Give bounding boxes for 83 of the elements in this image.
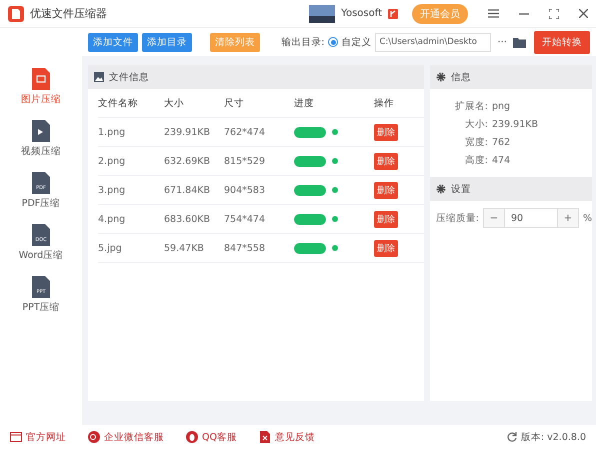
progress-bar <box>294 126 326 138</box>
settings-icon <box>436 184 446 194</box>
done-icon <box>332 158 338 164</box>
field-value: 762 <box>492 136 510 148</box>
column-header: 大小 <box>164 89 224 118</box>
table-cell: 847*558 <box>224 234 294 263</box>
panel-title: 设置 <box>451 182 471 196</box>
user-name: Yososoft <box>341 8 382 19</box>
done-icon <box>332 245 338 251</box>
decrease-button[interactable]: − <box>484 209 504 227</box>
panel-title: 文件信息 <box>109 70 149 84</box>
menu-icon[interactable] <box>488 9 499 18</box>
version-text: 版本: v2.0.8.0 <box>520 430 586 444</box>
done-icon <box>332 216 338 222</box>
sidebar-item[interactable]: 图片压缩 <box>21 68 61 106</box>
quality-stepper[interactable]: − 90 + <box>482 208 579 228</box>
table-cell: 815*529 <box>224 147 294 176</box>
field-label: 大小: <box>464 118 489 130</box>
progress-bar <box>294 156 326 166</box>
delete-button[interactable]: 删除 <box>374 124 398 140</box>
add-button[interactable]: 添加目录 <box>142 32 192 52</box>
unit-label: % <box>582 212 592 224</box>
done-icon <box>332 129 338 135</box>
column-header: 文件名称 <box>98 89 164 118</box>
panel-title: 信息 <box>451 70 471 84</box>
footer-link[interactable]: 意见反馈 <box>258 430 315 444</box>
table-cell: 904*583 <box>224 176 294 205</box>
settings-icon <box>436 72 446 82</box>
sidebar-item[interactable]: 视频压缩 <box>21 120 61 158</box>
table-cell: 683.60KB <box>164 205 224 234</box>
vip-icon <box>388 8 398 18</box>
footer-link[interactable]: 企业微信客服 <box>88 430 164 444</box>
table-cell: 1.png <box>98 118 164 147</box>
delete-button[interactable]: 删除 <box>374 240 398 256</box>
table-cell: 4.png <box>98 205 164 234</box>
progress-bar <box>294 242 326 254</box>
progress-bar <box>294 184 326 196</box>
output-label: 输出目录: <box>281 36 324 48</box>
delete-button[interactable]: 删除 <box>374 152 398 170</box>
custom-radio[interactable]: 自定义 <box>328 36 372 48</box>
table-cell: 239.91KB <box>164 118 224 147</box>
delete-button[interactable]: 删除 <box>374 182 398 198</box>
folder-icon[interactable] <box>513 36 526 48</box>
close-icon[interactable] <box>579 9 588 18</box>
table-cell: 671.84KB <box>164 176 224 205</box>
done-icon <box>332 187 338 193</box>
video-file-icon <box>32 120 50 142</box>
minimize-icon[interactable] <box>519 12 529 14</box>
footer-link[interactable]: 官方网址 <box>10 430 66 444</box>
path-field[interactable]: C:\Users\admin\Deskto <box>375 32 492 52</box>
field-label: 压缩质量: <box>434 212 480 224</box>
field-value: 239.91KB <box>492 118 538 130</box>
field-value: 474 <box>492 154 510 166</box>
footer-link[interactable]: QQ客服 <box>186 430 237 444</box>
browser-icon <box>10 431 22 443</box>
progress-bar <box>294 214 326 224</box>
quality-field[interactable]: 90 <box>504 209 558 227</box>
document-icon <box>258 431 271 443</box>
table-cell: 59.47KB <box>164 234 224 263</box>
increase-button[interactable]: + <box>558 209 578 227</box>
app-logo-icon <box>8 6 24 22</box>
field-label: 扩展名: <box>454 100 489 112</box>
table-cell: 754*474 <box>224 205 294 234</box>
image-file-icon <box>32 68 50 90</box>
table-cell: 3.png <box>98 176 164 205</box>
window-title: 优速文件压缩器 <box>30 6 108 21</box>
column-header: 进度 <box>294 89 374 118</box>
column-header: 尺寸 <box>224 89 294 118</box>
table-cell: 762*474 <box>224 118 294 147</box>
add-button[interactable]: 添加文件 <box>88 32 138 52</box>
image-icon <box>94 72 104 82</box>
delete-button[interactable]: 删除 <box>374 210 398 228</box>
table-cell: 632.69KB <box>164 147 224 176</box>
field-label: 高度: <box>464 154 489 166</box>
table-cell: 5.jpg <box>98 234 164 263</box>
table-cell: 2.png <box>98 147 164 176</box>
field-label: 宽度: <box>464 136 489 148</box>
column-header: 操作 <box>374 89 424 118</box>
browse-button[interactable]: ··· <box>495 36 509 48</box>
refresh-icon[interactable] <box>506 432 517 442</box>
maximize-icon[interactable] <box>549 8 559 18</box>
field-value: png <box>492 100 510 112</box>
start-button[interactable]: 开始转换 <box>534 30 590 54</box>
